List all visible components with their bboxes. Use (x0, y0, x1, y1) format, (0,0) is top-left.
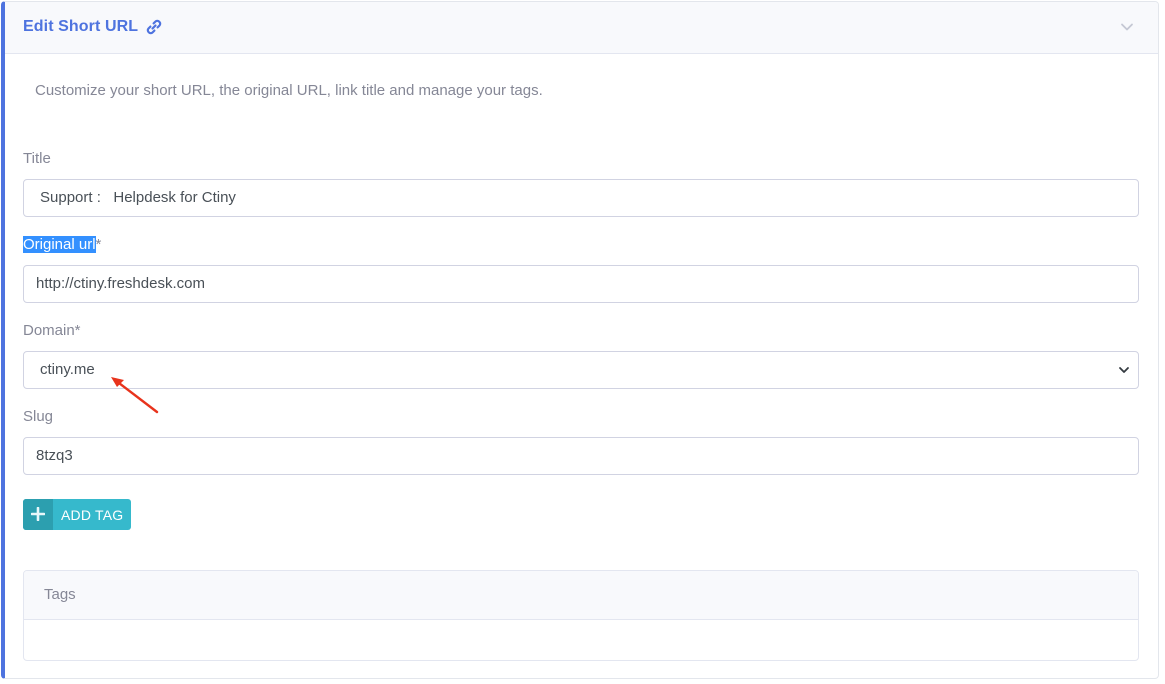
title-label: Title (23, 150, 51, 167)
required-asterisk: * (95, 236, 102, 253)
card-title: Edit Short URL (23, 18, 139, 35)
annotation-arrow-icon (111, 377, 159, 414)
slug-input[interactable]: 8tzq3 (23, 437, 1139, 475)
link-icon (146, 19, 162, 35)
tags-header: Tags (24, 571, 1138, 620)
card-description: Customize your short URL, the original U… (35, 82, 543, 99)
edit-short-url-card: Edit Short URL Customize your short URL,… (1, 1, 1159, 679)
add-tag-button[interactable]: ADD TAG (23, 499, 131, 530)
original-url-input[interactable]: http://ctiny.freshdesk.com (23, 265, 1139, 303)
title-input[interactable]: Support : Helpdesk for Ctiny (23, 179, 1139, 217)
domain-label: Domain* (23, 322, 81, 339)
add-tag-label: ADD TAG (61, 507, 124, 523)
card-header[interactable]: Edit Short URL (5, 2, 1158, 54)
tags-card: Tags (23, 570, 1139, 661)
chevron-down-icon[interactable] (1120, 20, 1134, 34)
tags-title: Tags (44, 586, 76, 603)
plus-icon (31, 507, 45, 521)
slug-label: Slug (23, 408, 54, 425)
add-tag-icon-box (23, 499, 53, 530)
domain-select[interactable]: ctiny.me (23, 351, 1139, 389)
original-url-label-selected-text: Original url (23, 236, 96, 253)
select-chevron-down-icon (1119, 367, 1129, 373)
original-url-label: Original url* (23, 236, 101, 253)
domain-selected-value: ctiny.me (40, 361, 95, 378)
